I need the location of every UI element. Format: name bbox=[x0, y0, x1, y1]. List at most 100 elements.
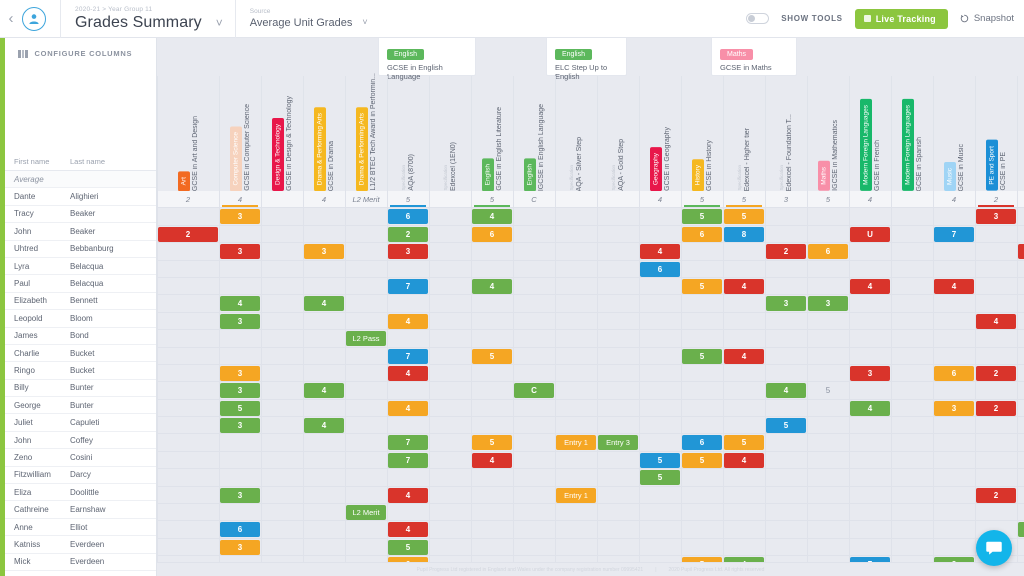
grade-cell[interactable]: 3 bbox=[220, 365, 260, 381]
grade-cell[interactable]: C bbox=[514, 383, 554, 399]
grade-cell[interactable]: 4 bbox=[388, 400, 428, 416]
grade-cell[interactable]: 3 bbox=[220, 383, 260, 399]
student-row[interactable]: Paul Belacqua bbox=[0, 275, 156, 293]
chat-bubble-icon[interactable] bbox=[976, 530, 1012, 566]
column-header[interactable]: IGCSE in English Language English bbox=[513, 76, 555, 191]
grade-cell[interactable]: 6 bbox=[472, 226, 512, 242]
column-header[interactable]: L1/2 BTEC Tech Award in Performin... Dram… bbox=[345, 73, 387, 191]
grade-cell[interactable]: 5 bbox=[724, 209, 764, 225]
grade-cell[interactable]: 3 bbox=[220, 209, 260, 225]
grade-cell[interactable]: L2 Merit bbox=[346, 505, 386, 521]
student-row[interactable]: Katniss Everdeen bbox=[0, 536, 156, 554]
grade-cell[interactable]: Entry 3 bbox=[598, 435, 638, 451]
column-header[interactable]: Edexcel - Higher tier Specification bbox=[723, 76, 765, 191]
grade-cell[interactable]: 4 bbox=[304, 383, 344, 399]
grade-cell[interactable]: 5 bbox=[682, 278, 722, 294]
back-button[interactable]: ‹ bbox=[0, 10, 22, 27]
grade-cell[interactable]: Entry 1 bbox=[556, 487, 596, 503]
student-row[interactable]: Zeno Cosini bbox=[0, 449, 156, 467]
column-header[interactable]: GCSE in English Literature English bbox=[471, 76, 513, 191]
student-row[interactable]: Elizabeth Bennett bbox=[0, 293, 156, 311]
grade-cell[interactable]: 2 bbox=[1018, 540, 1024, 555]
grade-cell[interactable]: 6 bbox=[682, 226, 722, 242]
student-row[interactable]: Leopold Bloom bbox=[0, 310, 156, 328]
grade-cell[interactable]: 2 bbox=[766, 244, 806, 260]
grade-cell[interactable]: 5 bbox=[220, 400, 260, 416]
grade-cell[interactable]: 4 bbox=[976, 313, 1016, 329]
column-header[interactable]: GCSE in Spanish Modern Foreign Languages bbox=[891, 76, 933, 191]
grade-cell[interactable]: 6 bbox=[808, 244, 848, 260]
grade-cell[interactable]: 2 bbox=[976, 400, 1016, 416]
student-row[interactable]: James Bond bbox=[0, 328, 156, 345]
grade-cell[interactable]: 7 bbox=[388, 278, 428, 294]
grade-cell[interactable]: 4 bbox=[724, 452, 764, 468]
show-tools-toggle[interactable] bbox=[746, 13, 770, 24]
grade-cell[interactable]: 6 bbox=[640, 261, 680, 277]
student-row[interactable]: Billy Bunter bbox=[0, 380, 156, 398]
column-header[interactable]: GCSE in PE PE and Sport bbox=[975, 76, 1017, 191]
column-header[interactable]: AQA - Gold Step Specification bbox=[597, 76, 639, 191]
grade-cell[interactable]: 5 bbox=[388, 539, 428, 555]
grade-cell[interactable]: 3 bbox=[220, 244, 260, 260]
student-row[interactable]: George Bunter bbox=[0, 397, 156, 415]
grade-cell[interactable]: 4 bbox=[388, 487, 428, 503]
grade-cell[interactable]: 7 bbox=[934, 226, 974, 242]
grade-cell[interactable]: 2 bbox=[976, 487, 1016, 503]
grade-cell[interactable]: 5 bbox=[682, 452, 722, 468]
grade-cell[interactable]: 5 bbox=[682, 209, 722, 225]
grade-cell[interactable]: 4 bbox=[934, 278, 974, 294]
grade-cell[interactable]: 4 bbox=[850, 400, 890, 416]
grade-cell[interactable]: 4 bbox=[766, 383, 806, 399]
snapshot-button[interactable]: Snapshot bbox=[960, 13, 1014, 24]
grade-cell[interactable]: 4 bbox=[850, 278, 890, 294]
grade-cell[interactable]: Entry 1 bbox=[556, 435, 596, 451]
student-row[interactable]: Anne Elliot bbox=[0, 519, 156, 537]
student-row[interactable]: Fitzwilliam Darcy bbox=[0, 467, 156, 485]
grade-cell[interactable]: 5 bbox=[1018, 522, 1024, 538]
title-dropdown-chevron-down-icon[interactable]: ˅ bbox=[216, 16, 223, 32]
grade-cell[interactable]: 4 bbox=[304, 418, 344, 434]
column-header[interactable]: GCSE in History History bbox=[681, 76, 723, 191]
column-header[interactable]: GCSE in Geography Geography bbox=[639, 76, 681, 191]
column-header[interactable]: Edexcel - Foundation T... Specification bbox=[765, 76, 807, 191]
grade-cell[interactable]: 8 bbox=[724, 226, 764, 242]
grade-cell[interactable]: 4 bbox=[472, 452, 512, 468]
grades-grid[interactable]: English GCSE in English Language English EL… bbox=[157, 38, 1024, 576]
student-row[interactable]: Charlie Bucket bbox=[0, 345, 156, 363]
user-avatar-icon[interactable] bbox=[22, 6, 46, 31]
student-row[interactable]: Uhtred Bebbanburg bbox=[0, 241, 156, 258]
grade-cell[interactable]: 5 bbox=[640, 452, 680, 468]
grade-cell[interactable]: 4 bbox=[220, 296, 260, 312]
grade-cell[interactable]: 3 bbox=[388, 244, 428, 260]
column-header[interactable]: GCSE in Computer Science Computer Science bbox=[219, 76, 261, 191]
grade-cell[interactable]: 5 bbox=[682, 348, 722, 364]
grade-cell[interactable]: 3 bbox=[850, 365, 890, 381]
configure-columns-button[interactable]: CONFIGURE COLUMNS bbox=[0, 38, 156, 153]
grade-cell[interactable]: 4 bbox=[724, 278, 764, 294]
grade-cell[interactable]: 6 bbox=[934, 365, 974, 381]
grade-cell[interactable]: 4 bbox=[640, 244, 680, 260]
student-row[interactable]: Juliet Capuleti bbox=[0, 414, 156, 432]
grade-cell[interactable]: 3 bbox=[220, 487, 260, 503]
column-header[interactable]: Edexcel (1EN0) Specification bbox=[429, 76, 471, 191]
grade-cell[interactable]: 5 bbox=[472, 435, 512, 451]
grade-cell[interactable]: 2 bbox=[158, 226, 218, 242]
grade-cell[interactable]: 4 bbox=[388, 365, 428, 381]
grade-cell[interactable]: 6 bbox=[388, 209, 428, 225]
student-row[interactable]: John Beaker bbox=[0, 223, 156, 241]
grade-cell[interactable]: 4 bbox=[472, 209, 512, 225]
grade-cell[interactable]: 7 bbox=[388, 452, 428, 468]
grade-cell[interactable]: 5 bbox=[640, 470, 680, 486]
student-row[interactable]: Ringo Bucket bbox=[0, 362, 156, 380]
column-header[interactable]: AQA (8700) Specification bbox=[387, 76, 429, 191]
grade-cell[interactable]: 3 bbox=[220, 539, 260, 555]
column-header[interactable]: GCSE in Art and Design Art bbox=[157, 76, 219, 191]
column-header[interactable]: AQA - Silver Step Specification bbox=[555, 76, 597, 191]
student-row[interactable]: Tracy Beaker bbox=[0, 206, 156, 224]
grade-cell[interactable]: 3 bbox=[304, 244, 344, 260]
column-header[interactable]: GCSE in Design & Technology Design & Tech… bbox=[261, 76, 303, 191]
student-row[interactable]: Eliza Doolittle bbox=[0, 484, 156, 502]
student-row[interactable]: Dante Alighieri bbox=[0, 188, 156, 206]
student-row[interactable]: Mick Everdeen bbox=[0, 554, 156, 571]
grade-cell[interactable]: 2 bbox=[388, 226, 428, 242]
